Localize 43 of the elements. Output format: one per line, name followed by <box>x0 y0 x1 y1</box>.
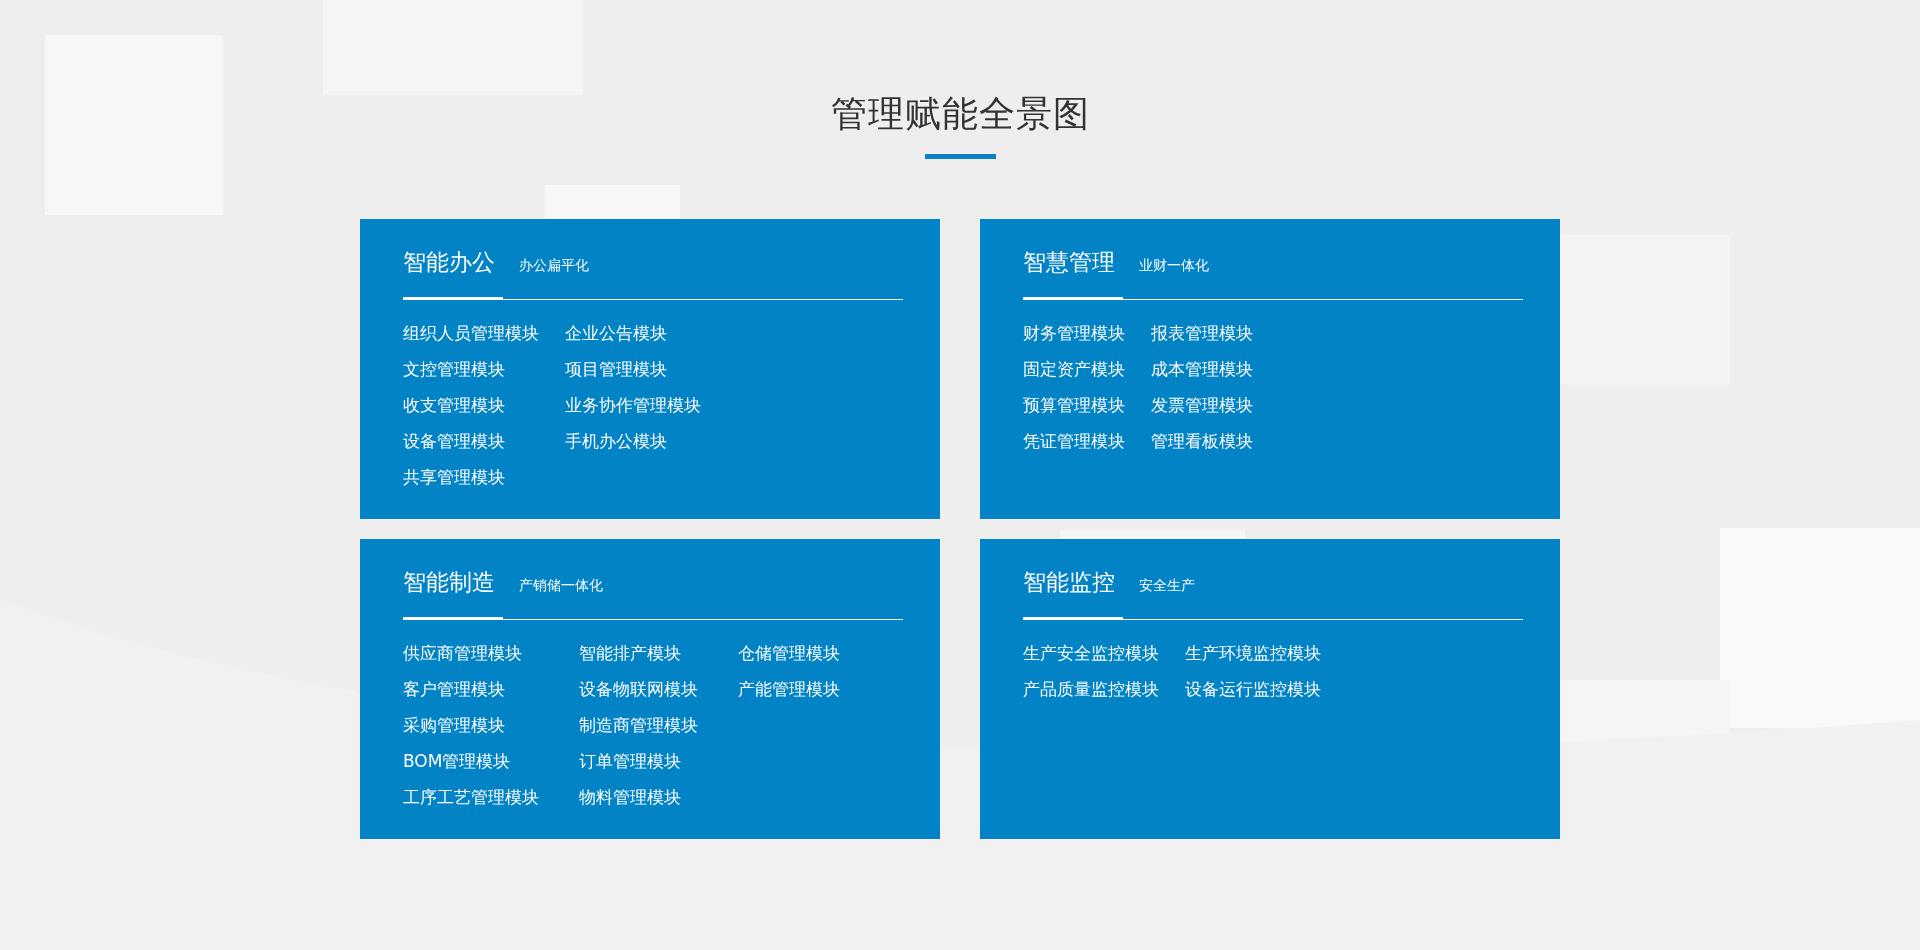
module-item[interactable]: 成本管理模块 <box>1151 358 1253 380</box>
module-item[interactable]: 产品质量监控模块 <box>1023 678 1159 700</box>
module-item[interactable]: 预算管理模块 <box>1023 394 1125 416</box>
module-item[interactable]: 固定资产模块 <box>1023 358 1125 380</box>
module-item[interactable]: 手机办公模块 <box>565 430 701 452</box>
module-item[interactable]: 生产安全监控模块 <box>1023 642 1159 664</box>
module-item[interactable]: 发票管理模块 <box>1151 394 1253 416</box>
card-subtitle: 业财一体化 <box>1139 257 1209 275</box>
module-item[interactable]: 仓储管理模块 <box>738 642 840 664</box>
module-item[interactable]: 财务管理模块 <box>1023 322 1125 344</box>
module-item[interactable]: 设备运行监控模块 <box>1185 678 1321 700</box>
module-item[interactable]: 智能排产模块 <box>579 642 698 664</box>
module-item[interactable]: 设备物联网模块 <box>579 678 698 700</box>
module-item[interactable]: 业务协作管理模块 <box>565 394 701 416</box>
module-item[interactable]: 供应商管理模块 <box>403 642 539 664</box>
module-item[interactable]: 设备管理模块 <box>403 430 539 452</box>
page-title: 管理赋能全景图 <box>830 92 1090 136</box>
module-item[interactable]: 制造商管理模块 <box>579 714 698 736</box>
card-title: 智能制造 <box>403 568 495 597</box>
module-item[interactable]: 采购管理模块 <box>403 714 539 736</box>
module-item[interactable]: 共享管理模块 <box>403 466 539 488</box>
module-item[interactable]: 组织人员管理模块 <box>403 322 539 344</box>
title-underline <box>924 154 996 159</box>
module-item[interactable]: BOM管理模块 <box>403 750 539 772</box>
module-item[interactable]: 生产环境监控模块 <box>1185 642 1321 664</box>
module-item[interactable]: 企业公告模块 <box>565 322 701 344</box>
module-item[interactable]: 订单管理模块 <box>579 750 698 772</box>
module-item[interactable]: 管理看板模块 <box>1151 430 1253 452</box>
card-subtitle: 产销储一体化 <box>519 577 603 595</box>
module-item[interactable]: 客户管理模块 <box>403 678 539 700</box>
card-subtitle: 办公扁平化 <box>519 257 589 275</box>
card-subtitle: 安全生产 <box>1139 577 1195 595</box>
module-item[interactable]: 收支管理模块 <box>403 394 539 416</box>
module-item[interactable]: 产能管理模块 <box>738 678 840 700</box>
card-title: 智能监控 <box>1023 568 1115 597</box>
module-item[interactable]: 凭证管理模块 <box>1023 430 1125 452</box>
module-item[interactable]: 工序工艺管理模块 <box>403 786 539 808</box>
module-item[interactable]: 文控管理模块 <box>403 358 539 380</box>
card-title: 智能办公 <box>403 248 495 277</box>
card-title: 智慧管理 <box>1023 248 1115 277</box>
module-item[interactable]: 报表管理模块 <box>1151 322 1253 344</box>
module-item[interactable]: 物料管理模块 <box>579 786 698 808</box>
module-item[interactable]: 项目管理模块 <box>565 358 701 380</box>
